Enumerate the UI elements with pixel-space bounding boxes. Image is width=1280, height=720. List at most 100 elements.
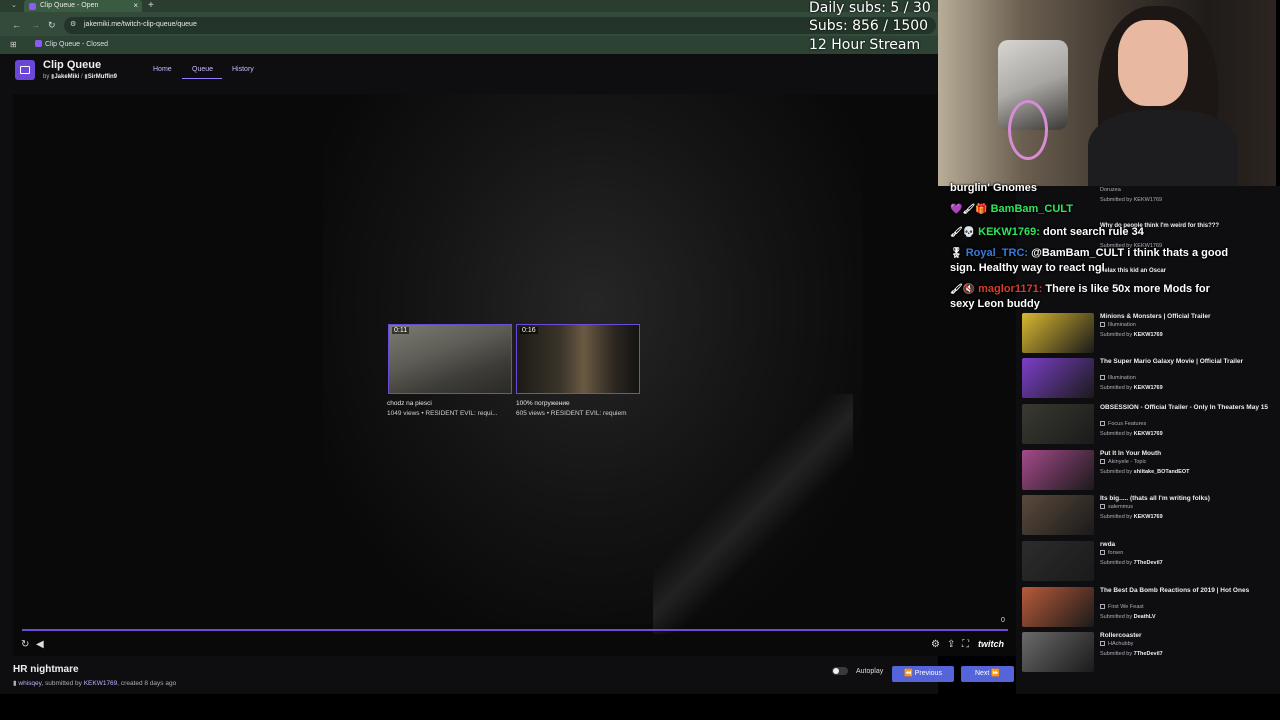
- progress-value: 0: [1001, 617, 1005, 624]
- next-label: Next: [974, 670, 990, 677]
- queue-item-channel: Illumination: [1100, 322, 1136, 328]
- tab-title: Clip Queue - Open: [40, 2, 99, 9]
- video-player[interactable]: [13, 94, 1016, 656]
- tab-close-icon[interactable]: ×: [133, 0, 138, 12]
- by-label: by: [43, 74, 50, 80]
- new-tab-icon[interactable]: +: [148, 0, 154, 11]
- channel-name: Illumination: [1108, 322, 1136, 328]
- suggested-clip-title[interactable]: 100% погружение: [516, 400, 570, 407]
- app-logo-icon[interactable]: [15, 60, 35, 80]
- nav-queue[interactable]: Queue: [192, 66, 213, 73]
- created-label: , created 8 days ago: [117, 680, 177, 687]
- queue-item-title[interactable]: OBSESSION - Official Trailer - Only In T…: [1100, 404, 1272, 413]
- queue-item-thumbnail[interactable]: [1022, 632, 1094, 672]
- nav-home[interactable]: Home: [153, 66, 172, 73]
- queue-item-title[interactable]: Rollercoaster: [1100, 632, 1272, 641]
- current-clip-meta: ▮ whisqey, submitted by KEKW1769, create…: [13, 679, 176, 687]
- channel-name: Akinyele - Topic: [1108, 459, 1147, 465]
- queue-item-submitter: Submitted by DeathLV: [1100, 614, 1156, 620]
- queue-item-submitter: Submitted by 7TheDevil7: [1100, 651, 1163, 657]
- badge-icons: 🖌💀: [950, 227, 976, 238]
- submitted-by-label: , submitted by: [41, 680, 82, 687]
- suggested-clip-thumbnail[interactable]: 0:16: [516, 324, 640, 394]
- progress-bar[interactable]: [22, 629, 1008, 631]
- queue-item-thumbnail[interactable]: [1022, 313, 1094, 353]
- suggested-clip-thumbnail[interactable]: 0:11: [388, 324, 512, 394]
- channel-name: salemmus: [1108, 504, 1134, 510]
- submitter-name: shiitake_BOTandEOT: [1133, 469, 1190, 475]
- previous-label: Previous: [914, 670, 942, 677]
- channel-name: HAchubby: [1108, 641, 1134, 647]
- chat-username: KEKW1769:: [978, 226, 1040, 238]
- app-authors: by ▮JakeMiki / ▮SirMuffin9: [43, 73, 117, 80]
- rewind-icon: ⏪: [904, 670, 915, 677]
- submitter-link[interactable]: KEKW1769: [84, 680, 118, 687]
- clip-duration: 0:16: [520, 327, 538, 334]
- site-info-icon[interactable]: ⚙: [70, 20, 76, 28]
- volume-icon[interactable]: ◀: [36, 639, 44, 650]
- queue-item-title[interactable]: rwda: [1100, 541, 1272, 550]
- queue-item-thumbnail[interactable]: [1022, 495, 1094, 535]
- share-icon[interactable]: ⇪: [947, 639, 955, 650]
- stream-label: 12 Hour Stream: [809, 37, 921, 53]
- webcam-feed: [938, 0, 1276, 186]
- queue-item-submitter: Submitted by shiitake_BOTandEOT: [1100, 469, 1189, 475]
- queue-item-title[interactable]: Minions & Monsters | Official Trailer: [1100, 313, 1272, 322]
- daily-subs-goal: Daily subs: 5 / 30: [809, 0, 931, 16]
- channel-name: Focus Features: [1108, 421, 1147, 427]
- queue-item-thumbnail[interactable]: [1022, 450, 1094, 490]
- tab-menu-chevron-icon[interactable]: ⌄: [11, 1, 17, 9]
- clip-channel-link[interactable]: whisqey: [18, 680, 41, 687]
- channel-name: forsen: [1108, 550, 1124, 556]
- queue-item-thumbnail[interactable]: [1022, 587, 1094, 627]
- queue-item-thumbnail[interactable]: [1022, 404, 1094, 444]
- previous-button[interactable]: ⏪ Previous: [892, 666, 954, 682]
- submitter-name: KEKW1769: [1133, 514, 1163, 520]
- chat-message: 🎖 Royal_TRC: @BamBam_CULT i think thats a…: [950, 246, 1230, 276]
- submitted-by-label: Submitted by: [1100, 514, 1133, 520]
- channel-icon: [1100, 504, 1105, 509]
- replay-icon[interactable]: ↻: [21, 639, 29, 650]
- author-link[interactable]: JakeMiki: [54, 74, 79, 80]
- submitter-name: KEKW1769: [1133, 332, 1163, 338]
- reload-icon[interactable]: ↻: [48, 20, 56, 31]
- suggested-clip-meta: 1049 views • RESIDENT EVIL: requi...: [387, 410, 498, 417]
- bookmark-item[interactable]: Clip Queue - Closed: [35, 40, 108, 48]
- bookmarks-bar: [0, 36, 938, 54]
- submitted-by-label: Submitted by: [1100, 431, 1133, 437]
- channel-name: Illumination: [1108, 375, 1136, 381]
- queue-item-title[interactable]: Its big..... (thats all I'm writing folk…: [1100, 495, 1272, 504]
- queue-item-channel: Akinyele - Topic: [1100, 459, 1146, 465]
- author-link[interactable]: SirMuffin9: [88, 74, 117, 80]
- queue-item-thumbnail[interactable]: [1022, 358, 1094, 398]
- badge-icons: 💜🖌🎁: [950, 204, 988, 215]
- browser-tab[interactable]: Clip Queue - Open ×: [24, 0, 142, 12]
- nav-history[interactable]: History: [232, 66, 254, 73]
- suggested-clip-title[interactable]: chodz na piesci: [387, 400, 432, 407]
- queue-item-channel: forsen: [1100, 550, 1123, 556]
- autoplay-toggle[interactable]: [832, 667, 848, 675]
- fullscreen-icon[interactable]: ⛶: [962, 639, 969, 650]
- back-arrow-icon[interactable]: ←: [12, 20, 21, 30]
- queue-item-title[interactable]: Put It In Your Mouth: [1100, 450, 1272, 459]
- channel-icon: [1100, 421, 1105, 426]
- chat-message: 🖌🔇 maglor1171: There is like 50x more Mod…: [950, 282, 1230, 312]
- queue-item-submitter: Submitted by KEKW1769: [1100, 431, 1163, 437]
- forward-arrow-icon[interactable]: →: [31, 20, 40, 30]
- channel-icon: [1100, 641, 1105, 646]
- queue-item-title[interactable]: The Super Mario Galaxy Movie | Official …: [1100, 358, 1272, 367]
- apps-grid-icon[interactable]: ⊞: [10, 40, 17, 49]
- settings-gear-icon[interactable]: ⚙: [931, 639, 940, 650]
- submitted-by-label: Submitted by: [1100, 560, 1133, 566]
- queue-item-thumbnail[interactable]: [1022, 541, 1094, 581]
- next-button[interactable]: Next ⏩: [961, 666, 1014, 682]
- twitch-logo[interactable]: twitch: [978, 639, 1004, 649]
- clip-duration: 0:11: [392, 327, 410, 334]
- queue-item-channel: Illumination: [1100, 375, 1136, 381]
- queue-item-channel: First We Feast: [1100, 604, 1144, 610]
- queue-item-title[interactable]: The Best Da Bomb Reactions of 2019 | Hot…: [1100, 587, 1272, 596]
- submitted-by-label: Submitted by: [1100, 332, 1133, 338]
- chat-text: dont search rule 34: [1042, 226, 1144, 238]
- browser-window: ⌄ Clip Queue - Open × + ← → ↻ ⚙ jakemiki…: [0, 0, 1016, 694]
- queue-item-submitter: Submitted by 7TheDevil7: [1100, 560, 1163, 566]
